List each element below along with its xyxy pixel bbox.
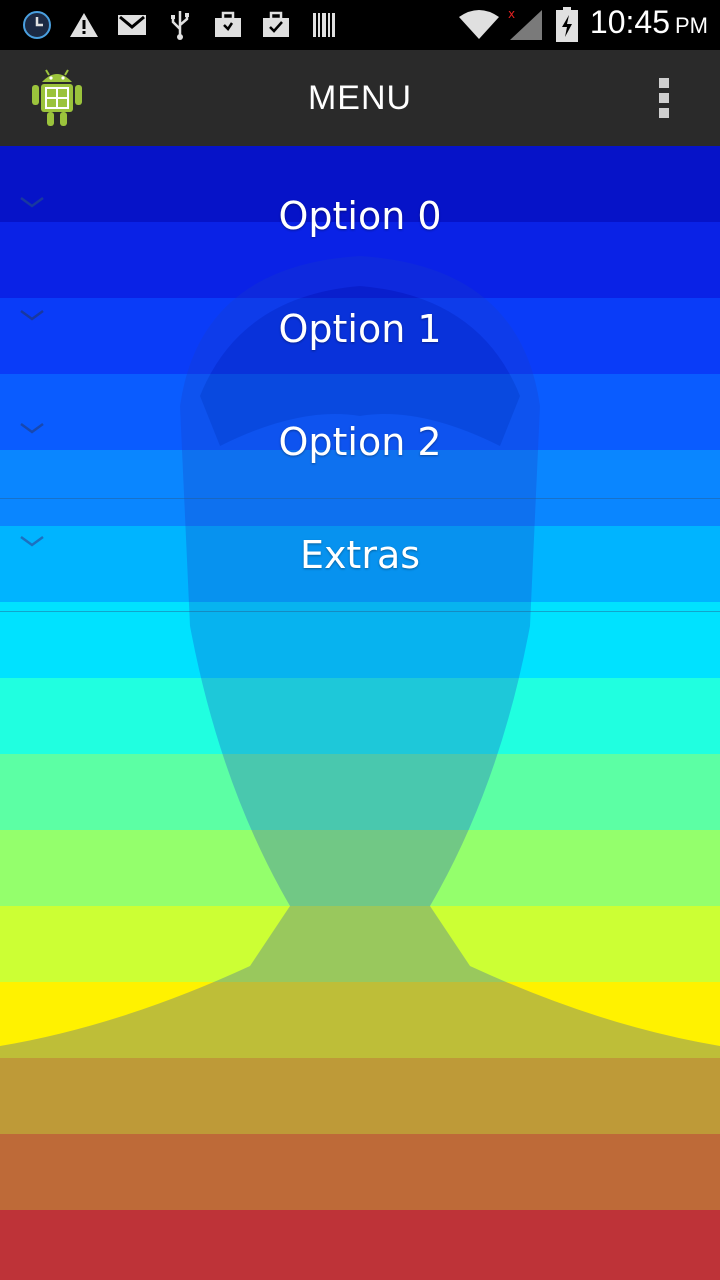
menu-item-label: Option 0 <box>278 194 442 238</box>
chevron-down-icon <box>20 196 44 208</box>
battery-charging-icon <box>554 7 580 42</box>
clock-ampm: PM <box>675 13 708 38</box>
menu-item-label: Option 1 <box>278 307 442 351</box>
menu-list: Option 0 Option 1 Option 2 Extras <box>0 160 720 612</box>
action-bar: MENU <box>0 50 720 148</box>
menu-item-option-1[interactable]: Option 1 <box>0 273 720 386</box>
chevron-down-icon <box>20 309 44 321</box>
signal-icon: x <box>504 8 544 42</box>
clock-app-icon <box>20 8 54 42</box>
usb-icon <box>166 8 194 42</box>
page-title: MENU <box>307 78 413 117</box>
svg-text:x: x <box>508 8 515 21</box>
briefcase-icon <box>212 8 244 42</box>
warning-icon <box>68 8 100 42</box>
menu-item-extras[interactable]: Extras <box>0 499 720 612</box>
menu-content: Option 0 Option 1 Option 2 Extras <box>0 146 720 1280</box>
chevron-down-icon <box>20 535 44 547</box>
clock-time: 10:45 <box>589 4 670 40</box>
menu-item-option-2[interactable]: Option 2 <box>0 386 720 499</box>
clock: 10:45 PM <box>590 4 708 46</box>
gmail-icon <box>116 8 148 42</box>
menu-item-label: Extras <box>299 533 421 577</box>
overflow-menu-icon[interactable] <box>652 78 676 122</box>
wifi-icon <box>458 8 500 42</box>
briefcase-check-icon <box>260 8 292 42</box>
barcode-icon <box>310 8 338 42</box>
menu-item-option-0[interactable]: Option 0 <box>0 160 720 273</box>
chevron-down-icon <box>20 422 44 434</box>
menu-item-label: Option 2 <box>278 420 442 464</box>
status-bar: x 10:45 PM <box>0 0 720 50</box>
